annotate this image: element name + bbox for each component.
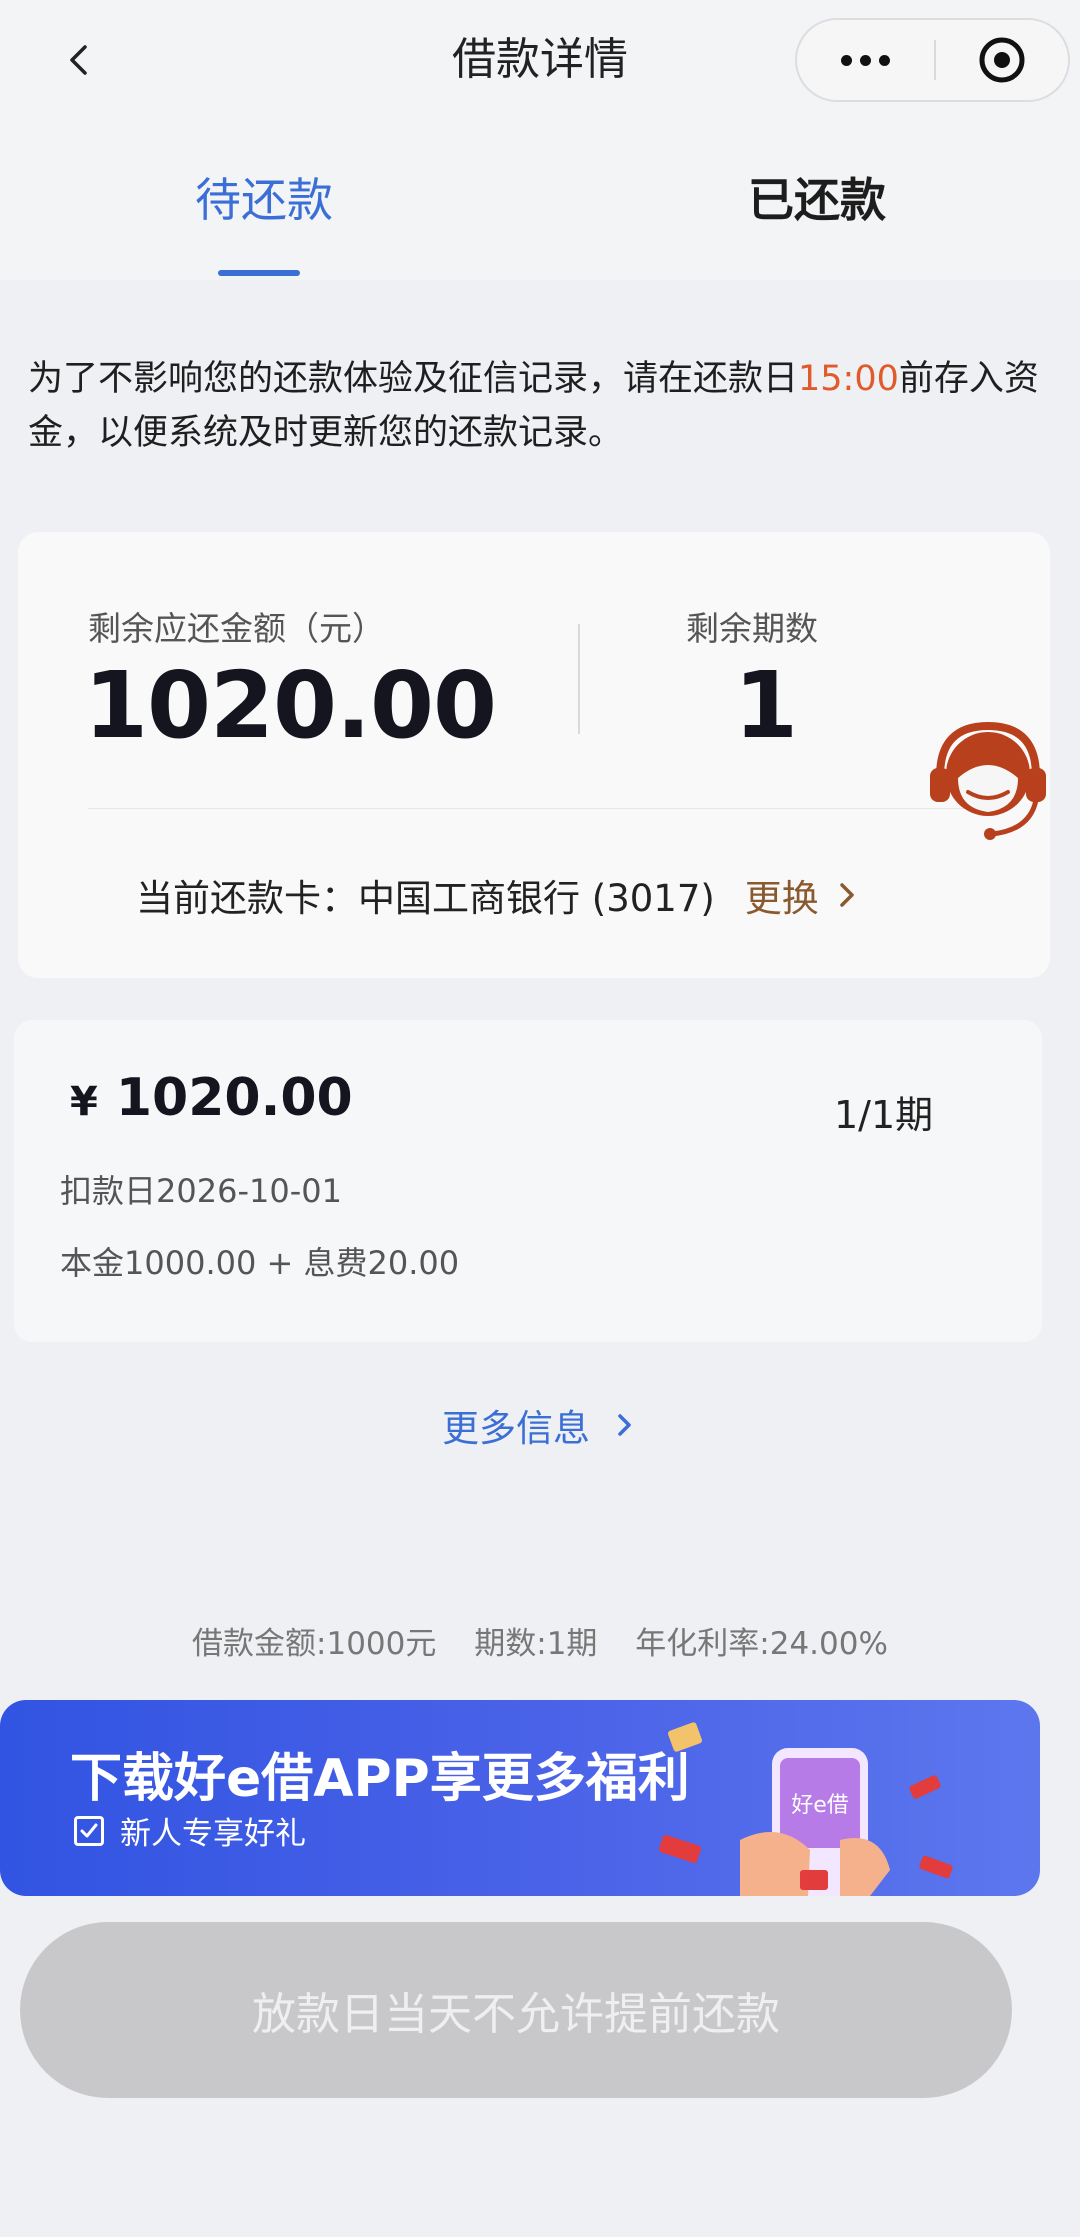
loan-detail-page: 借款详情 待还款 已还款 为了不影响您的还款体验及征信记录，请在还款日15:00… bbox=[0, 0, 1080, 2237]
loan-summary: 借款金额:1000元 期数:1期 年化利率:24.00% bbox=[0, 1618, 1080, 1663]
close-mini-program-button[interactable] bbox=[936, 20, 1068, 100]
customer-service-icon bbox=[930, 721, 1046, 840]
chevron-right-icon bbox=[840, 883, 854, 907]
repayment-card-row: 当前还款卡： 中国工商银行 (3017) 更换 bbox=[136, 868, 861, 922]
currency-symbol: ¥ bbox=[70, 1079, 98, 1125]
loan-amount: 借款金额:1000元 bbox=[192, 1626, 437, 1662]
repayment-card-label: 当前还款卡： bbox=[136, 877, 358, 920]
summary-separator bbox=[88, 808, 978, 809]
summary-divider bbox=[578, 624, 580, 734]
tab-active-indicator bbox=[218, 270, 300, 276]
prepay-button-disabled[interactable]: 放款日当天不允许提前还款 bbox=[20, 1922, 1012, 2098]
chevron-right-icon bbox=[618, 1414, 631, 1436]
installment-card[interactable]: ¥1020.00 1/1期 扣款日2026-10-01 本金1000.00 + … bbox=[14, 1020, 1042, 1342]
checkbox-icon bbox=[74, 1815, 104, 1846]
customer-service-button[interactable] bbox=[918, 712, 1058, 852]
installment-period: 1/1期 bbox=[834, 1093, 934, 1137]
target-icon bbox=[979, 37, 1025, 83]
phone-gift-illustration: 好e借 bbox=[658, 1722, 953, 1896]
repayment-summary-card: 剩余应还金额（元） 1020.00 剩余期数 1 当前还款卡： 中国工商银行 (… bbox=[18, 532, 1050, 978]
notice-text-before: 为了不影响您的还款体验及征信记录，请在还款日 bbox=[28, 359, 799, 399]
nav-bar: 借款详情 bbox=[0, 0, 1080, 130]
tab-repaid[interactable]: 已还款 bbox=[748, 170, 886, 230]
remaining-amount-label: 剩余应还金额（元） bbox=[88, 609, 385, 648]
repayment-tabs: 待还款 已还款 bbox=[0, 130, 1080, 280]
tab-pending[interactable]: 待还款 bbox=[195, 170, 333, 230]
banner-subtitle: 新人专享好礼 bbox=[74, 1808, 306, 1853]
remaining-amount-value: 1020.00 bbox=[84, 652, 497, 759]
more-info-link[interactable]: 更多信息 bbox=[0, 1398, 1080, 1452]
loan-periods: 期数:1期 bbox=[474, 1626, 598, 1662]
change-card-label: 更换 bbox=[744, 877, 819, 920]
more-dots-icon bbox=[837, 54, 894, 66]
more-info-label: 更多信息 bbox=[442, 1407, 590, 1450]
installment-breakdown: 本金1000.00 + 息费20.00 bbox=[60, 1244, 460, 1282]
installment-amount-value: 1020.00 bbox=[115, 1068, 353, 1128]
mini-program-capsule bbox=[795, 18, 1070, 102]
change-card-button[interactable]: 更换 bbox=[745, 868, 861, 922]
loan-rate: 年化利率:24.00% bbox=[635, 1626, 888, 1662]
banner-title: 下载好e借APP享更多福利 bbox=[70, 1749, 690, 1809]
remaining-periods-label: 剩余期数 bbox=[686, 609, 818, 648]
more-button[interactable] bbox=[797, 20, 934, 100]
notice-deadline-time: 15:00 bbox=[798, 359, 899, 399]
installment-due-date: 扣款日2026-10-01 bbox=[60, 1172, 342, 1210]
download-app-banner[interactable]: 下载好e借APP享更多福利 新人专享好礼 好e借 bbox=[0, 1700, 1040, 1896]
remaining-periods-value: 1 bbox=[734, 652, 799, 759]
repayment-notice: 为了不影响您的还款体验及征信记录，请在还款日15:00前存入资金，以便系统及时更… bbox=[28, 352, 1058, 460]
repayment-card-value: 中国工商银行 (3017) bbox=[358, 877, 715, 920]
banner-subtitle-text: 新人专享好礼 bbox=[120, 1816, 306, 1852]
installment-amount: ¥1020.00 bbox=[70, 1068, 353, 1128]
phone-screen-text: 好e借 bbox=[791, 1793, 849, 1818]
